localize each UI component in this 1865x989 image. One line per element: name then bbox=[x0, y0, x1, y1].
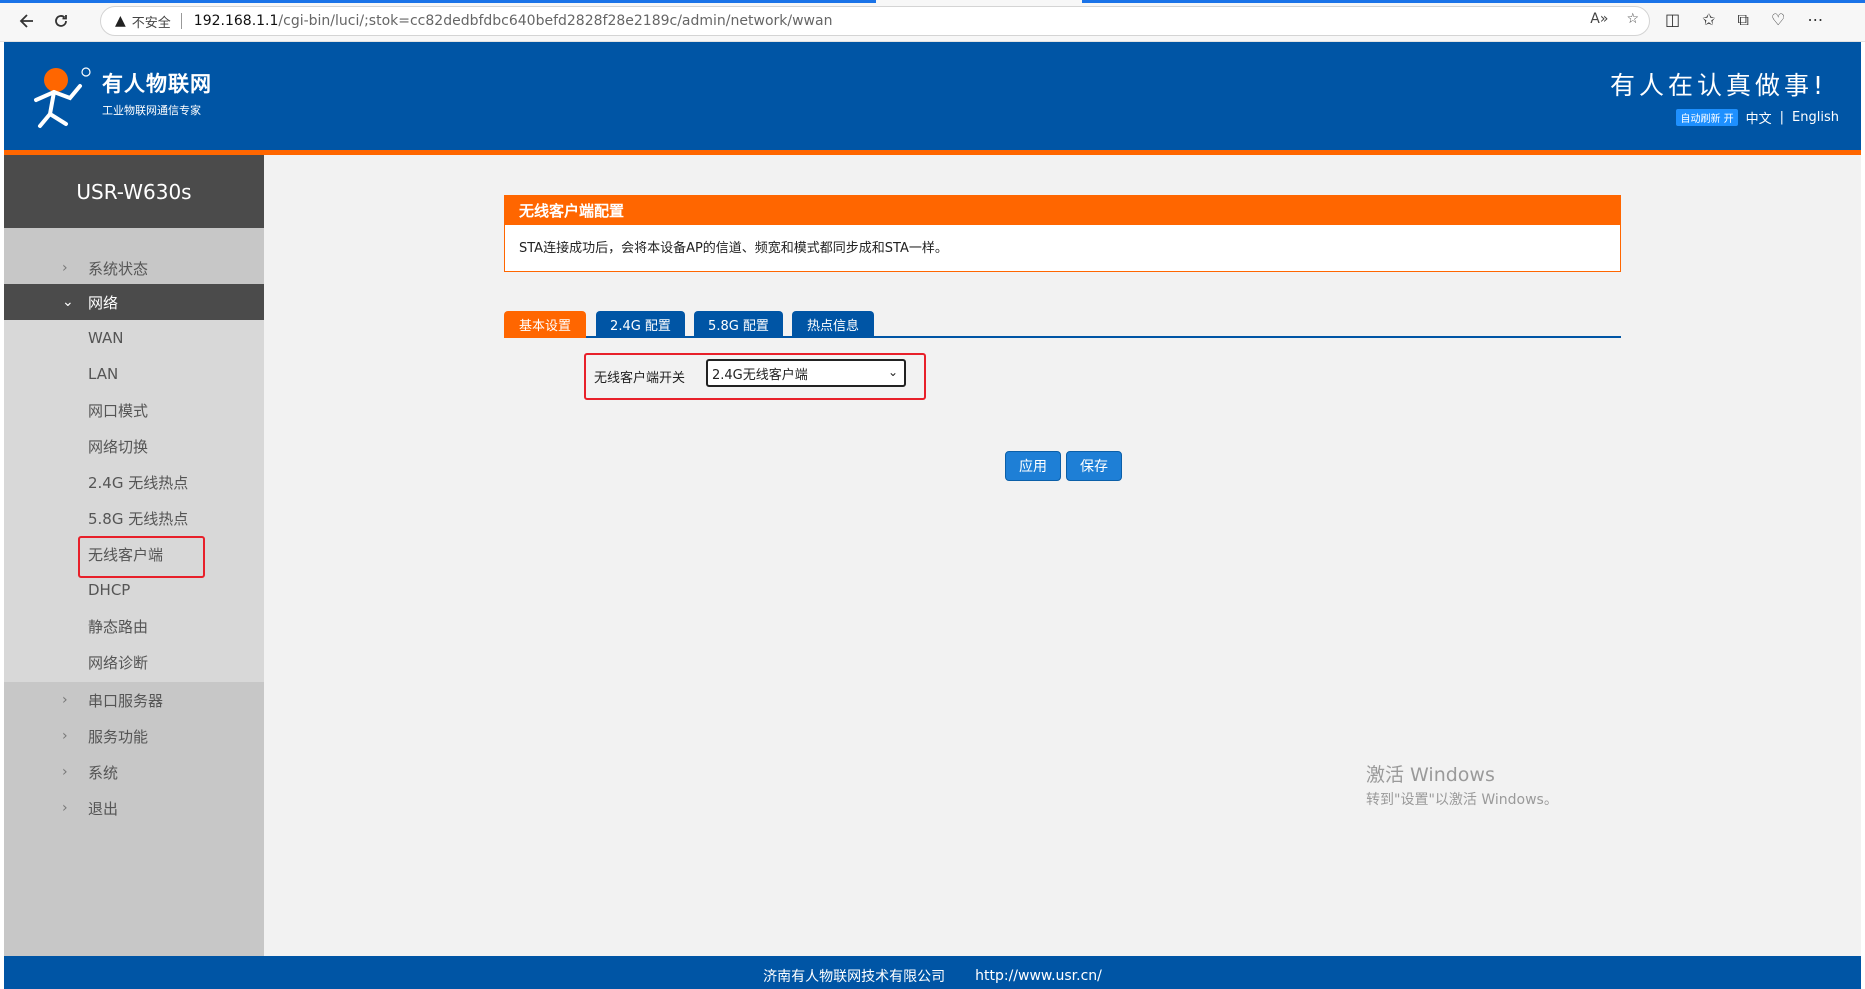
tab-hotspot-info[interactable]: 热点信息 bbox=[792, 311, 874, 338]
sidebar-item-label: 系统状态 bbox=[88, 259, 149, 278]
footer-company: 济南有人物联网技术有限公司 bbox=[763, 968, 946, 985]
sidebar-item-label: 网络 bbox=[88, 293, 119, 312]
submenu-item-port-mode[interactable]: 网口模式 bbox=[88, 392, 148, 428]
chevron-down-icon: ⌄ bbox=[887, 365, 898, 379]
chevron-right-icon: › bbox=[62, 764, 68, 780]
split-screen-icon[interactable]: ◫ bbox=[1665, 10, 1680, 30]
loading-bar-right bbox=[1082, 0, 1865, 3]
loading-bar-left bbox=[0, 0, 876, 3]
url-path: /cgi-bin/luci/;stok=cc82dedbfdbc640befd2… bbox=[278, 13, 833, 29]
sidebar-item-services[interactable]: › 服务功能 bbox=[4, 718, 264, 754]
chevron-right-icon: › bbox=[62, 800, 68, 816]
refresh-icon[interactable] bbox=[48, 8, 74, 34]
lang-english-link[interactable]: English bbox=[1792, 110, 1839, 125]
tab-basic-settings[interactable]: 基本设置 bbox=[504, 311, 586, 338]
url-host: 192.168.1.1 bbox=[193, 13, 279, 29]
more-menu-icon[interactable]: ⋯ bbox=[1807, 10, 1823, 30]
client-switch-label: 无线客户端开关 bbox=[594, 370, 686, 386]
warning-icon: ▲ bbox=[115, 13, 126, 29]
lang-chinese-link[interactable]: 中文 bbox=[1746, 108, 1772, 127]
insecure-label: 不安全 bbox=[131, 15, 171, 31]
sidebar-item-label: 服务功能 bbox=[88, 727, 149, 746]
chevron-right-icon: › bbox=[62, 728, 68, 744]
language-switcher: 自动刷新 开 中文 | English bbox=[1676, 108, 1839, 127]
tab-58g-config[interactable]: 5.8G 配置 bbox=[694, 311, 783, 338]
tab-24g-config[interactable]: 2.4G 配置 bbox=[596, 311, 685, 338]
panel-description: STA连接成功后，会将本设备AP的信道、频宽和模式都同步成和STA一样。 bbox=[519, 241, 948, 256]
device-model: USR-W630s bbox=[4, 155, 264, 228]
submenu-item-network-switch[interactable]: 网络切换 bbox=[88, 428, 148, 464]
address-separator bbox=[180, 13, 182, 29]
favorite-star-icon[interactable]: ☆ bbox=[1626, 11, 1639, 27]
save-button[interactable]: 保存 bbox=[1066, 451, 1122, 481]
sidebar-item-logout[interactable]: › 退出 bbox=[4, 790, 264, 826]
main-content: 无线客户端配置 STA连接成功后，会将本设备AP的信道、频宽和模式都同步成和ST… bbox=[264, 155, 1861, 956]
brand-name: 有人物联网 bbox=[102, 72, 212, 96]
chevron-right-icon: › bbox=[62, 260, 68, 276]
sidebar-item-system[interactable]: › 系统 bbox=[4, 754, 264, 790]
back-arrow-icon[interactable] bbox=[14, 8, 40, 34]
lang-separator: | bbox=[1779, 110, 1785, 125]
submenu-item-58g-hotspot[interactable]: 5.8G 无线热点 bbox=[88, 500, 188, 536]
wireless-client-highlight bbox=[78, 536, 205, 578]
sidebar-item-network[interactable]: ⌄ 网络 bbox=[4, 284, 264, 320]
favorites-icon[interactable]: ✩ bbox=[1702, 10, 1715, 30]
usr-logo-icon bbox=[26, 62, 96, 132]
site-header: 有人物联网 工业物联网通信专家 有人在认真做事! 自动刷新 开 中文 | Eng… bbox=[4, 42, 1861, 150]
sidebar-item-serial-server[interactable]: › 串口服务器 bbox=[4, 682, 264, 718]
site-footer: 济南有人物联网技术有限公司 http://www.usr.cn/ bbox=[4, 956, 1861, 989]
submenu-item-wan[interactable]: WAN bbox=[88, 320, 124, 356]
sidebar-item-system-status[interactable]: › 系统状态 bbox=[4, 250, 264, 286]
tab-bar: 基本设置 2.4G 配置 5.8G 配置 热点信息 bbox=[504, 311, 1621, 338]
footer-website-link[interactable]: http://www.usr.cn/ bbox=[975, 968, 1102, 984]
select-value: 2.4G无线客户端 bbox=[712, 367, 808, 383]
watermark-line2: 转到"设置"以激活 Windows。 bbox=[1366, 792, 1558, 808]
sidebar-item-label: 串口服务器 bbox=[88, 691, 164, 710]
browser-essentials-icon[interactable]: ♡ bbox=[1771, 10, 1785, 30]
panel-title: 无线客户端配置 bbox=[505, 196, 1620, 225]
header-slogan: 有人在认真做事! bbox=[1609, 71, 1827, 100]
submenu-item-lan[interactable]: LAN bbox=[88, 356, 118, 392]
network-submenu: WAN LAN 网口模式 网络切换 2.4G 无线热点 5.8G 无线热点 无线… bbox=[4, 320, 264, 682]
address-bar[interactable]: ▲ 不安全 192.168.1.1/cgi-bin/luci/;stok=cc8… bbox=[100, 6, 1650, 36]
info-panel: 无线客户端配置 STA连接成功后，会将本设备AP的信道、频宽和模式都同步成和ST… bbox=[504, 195, 1621, 272]
sidebar-item-label: 退出 bbox=[88, 799, 119, 818]
collections-icon[interactable]: ⧉ bbox=[1738, 10, 1749, 30]
auto-refresh-toggle[interactable]: 自动刷新 开 bbox=[1676, 109, 1738, 126]
submenu-item-static-route[interactable]: 静态路由 bbox=[88, 608, 148, 644]
brand-tagline: 工业物联网通信专家 bbox=[102, 104, 201, 117]
sidebar-item-label: 系统 bbox=[88, 763, 119, 782]
submenu-item-24g-hotspot[interactable]: 2.4G 无线热点 bbox=[88, 464, 188, 500]
windows-activation-watermark: 激活 Windows 转到"设置"以激活 Windows。 bbox=[1366, 760, 1558, 809]
client-switch-select[interactable]: 2.4G无线客户端 ⌄ bbox=[706, 359, 906, 387]
chevron-down-icon: ⌄ bbox=[62, 294, 74, 310]
watermark-line1: 激活 Windows bbox=[1366, 764, 1495, 786]
apply-button[interactable]: 应用 bbox=[1005, 451, 1061, 481]
read-aloud-icon[interactable]: A» bbox=[1590, 11, 1608, 27]
browser-toolbar: ▲ 不安全 192.168.1.1/cgi-bin/luci/;stok=cc8… bbox=[0, 0, 1865, 42]
chevron-right-icon: › bbox=[62, 692, 68, 708]
submenu-item-network-diagnosis[interactable]: 网络诊断 bbox=[88, 644, 148, 680]
